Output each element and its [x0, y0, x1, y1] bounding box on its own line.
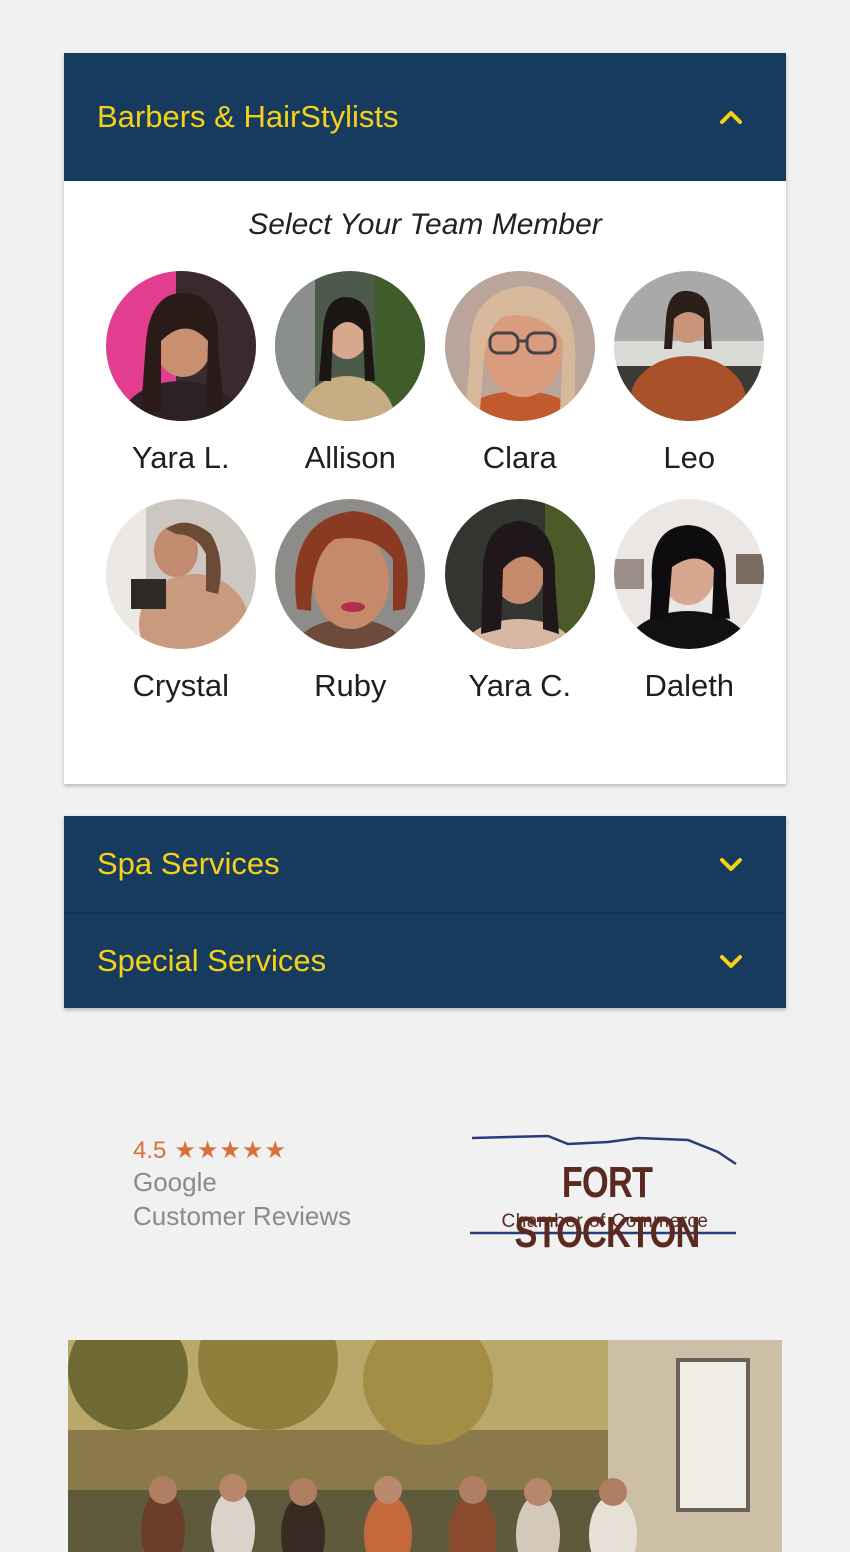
avatar: [614, 499, 765, 649]
accordion-services: Spa Services Special Services: [64, 816, 786, 1008]
team-member-name: Daleth: [644, 668, 735, 703]
avatar: [444, 499, 595, 649]
chevron-down-icon: [720, 858, 742, 871]
team-member-name: Yara C.: [468, 668, 572, 703]
team-member-name: Clara: [482, 440, 557, 475]
chamber-name: FORT STOCKTON: [514, 1158, 700, 1257]
team-member-yara-c[interactable]: Yara C.: [435, 499, 605, 705]
accordion-header-special-services[interactable]: Special Services: [64, 912, 786, 1008]
team-member-allison[interactable]: Allison: [266, 271, 436, 477]
accordion-header-spa-services[interactable]: Spa Services: [64, 816, 786, 912]
avatar: [275, 271, 426, 421]
avatar: [614, 271, 765, 421]
team-member-daleth[interactable]: Daleth: [605, 499, 775, 705]
team-member-leo[interactable]: Leo: [605, 271, 775, 477]
team-member-clara[interactable]: Clara: [435, 271, 605, 477]
team-member-name: Allison: [304, 440, 396, 475]
chevron-up-icon: [720, 111, 742, 124]
accordion-body-barbers: Select Your Team Member Yara L. Allison …: [64, 181, 786, 784]
avatar: [105, 271, 256, 421]
accordion-title: Barbers & HairStylists: [97, 99, 399, 134]
team-member-name: Ruby: [314, 668, 387, 703]
team-group-photo: [68, 1340, 782, 1552]
customer-reviews-label: Customer Reviews: [133, 1201, 352, 1231]
accordion-header-barbers[interactable]: Barbers & HairStylists: [64, 53, 786, 181]
team-member-crystal[interactable]: Crystal: [96, 499, 266, 705]
accordion-title: Spa Services: [97, 846, 280, 881]
partner-logos: 4.5 ★★★★★ Google Customer Reviews FORT S…: [0, 1128, 850, 1257]
team-member-name: Leo: [663, 440, 716, 475]
chamber-subtitle: Chamber of Commerce: [501, 1211, 709, 1232]
accordion-barbers-hairstylists: Barbers & HairStylists Select Your Team …: [64, 53, 786, 784]
accordion-title: Special Services: [97, 942, 327, 978]
team-member-yara-l[interactable]: Yara L.: [96, 271, 266, 477]
team-member-name: Yara L.: [131, 440, 230, 475]
avatar: [444, 271, 595, 421]
google-label: Google: [133, 1167, 217, 1197]
avatar: [105, 499, 256, 649]
rating-value: 4.5: [133, 1136, 167, 1164]
team-heading: Select Your Team Member: [248, 208, 602, 241]
chevron-down-icon: [720, 954, 742, 968]
team-member-name: Crystal: [132, 668, 229, 703]
team-member-grid: Yara L. Allison Clara Leo Crystal Ruby Y…: [96, 271, 774, 705]
team-member-ruby[interactable]: Ruby: [266, 499, 436, 705]
google-reviews-badge[interactable]: 4.5 ★★★★★ Google Customer Reviews: [133, 1136, 351, 1233]
fort-stockton-chamber-logo[interactable]: FORT STOCKTON Chamber of Commerce: [468, 1128, 738, 1257]
avatar: [275, 499, 426, 649]
rating-stars-icon: ★★★★★: [174, 1137, 287, 1164]
